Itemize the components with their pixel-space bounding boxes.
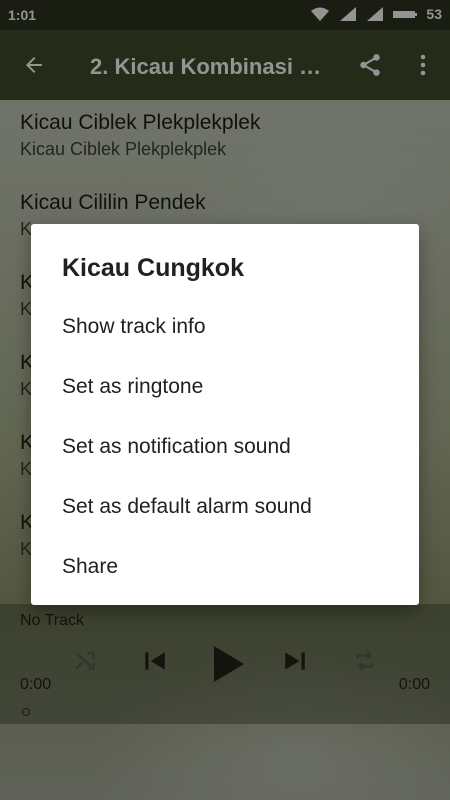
dialog-title: Kicau Cungkok — [62, 254, 244, 282]
option-set-ringtone[interactable]: Set as ringtone — [62, 375, 203, 399]
context-menu-dialog: Kicau Cungkok Show track info Set as rin… — [31, 224, 419, 605]
option-set-alarm-sound[interactable]: Set as default alarm sound — [62, 495, 312, 519]
option-set-notification-sound[interactable]: Set as notification sound — [62, 435, 291, 459]
option-share[interactable]: Share — [62, 555, 118, 579]
option-show-track-info[interactable]: Show track info — [62, 315, 206, 339]
